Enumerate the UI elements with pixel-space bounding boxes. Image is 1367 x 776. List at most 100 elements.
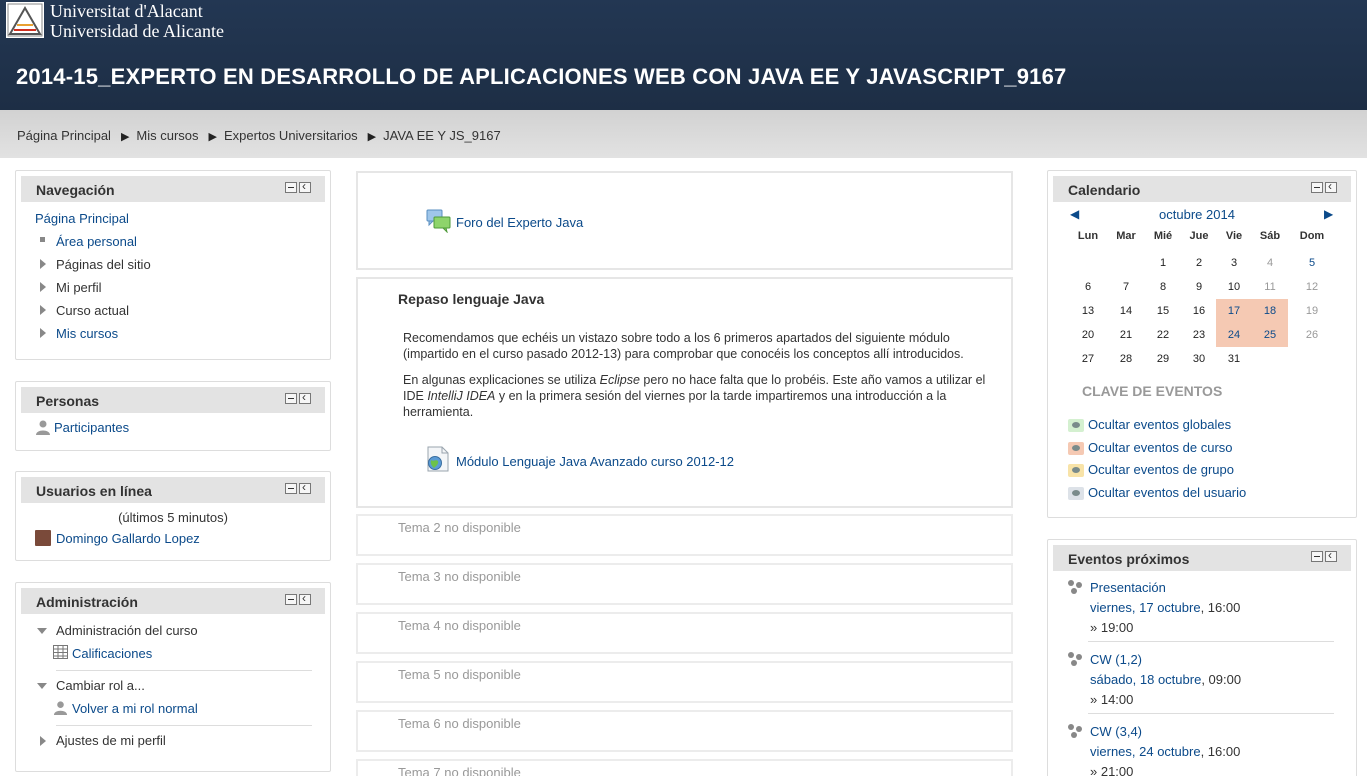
intellij-text: IntelliJ IDEA (427, 389, 496, 403)
event-name-link[interactable]: CW (3,4) (1090, 722, 1332, 742)
breadcrumb-course[interactable]: JAVA EE Y JS_9167 (383, 128, 501, 143)
course-section-7: Tema 7 no disponible (356, 759, 1013, 776)
divider (56, 670, 312, 671)
bullet-icon (40, 237, 45, 242)
nav-personal-area-link[interactable]: Área personal (56, 234, 137, 249)
calendar-day: 4 (1266, 257, 1274, 269)
section-unavailable-text: Tema 6 no disponible (398, 716, 521, 731)
nav-current-course[interactable]: Curso actual (56, 303, 129, 318)
dock-icon[interactable] (299, 179, 311, 193)
collapse-icon[interactable] (1311, 551, 1323, 562)
upcoming-event: CW (3,4) viernes, 24 octubre, 16:00 » 21… (1068, 722, 1332, 776)
collapse-icon[interactable] (285, 393, 297, 404)
back-to-normal-role-link[interactable]: Volver a mi rol normal (72, 701, 198, 716)
eye-icon (1068, 487, 1084, 501)
dock-icon[interactable] (299, 390, 311, 404)
user-icon (53, 701, 68, 715)
dock-icon[interactable] (1325, 548, 1337, 562)
online-users-subtitle: (últimos 5 minutos) (118, 510, 228, 525)
calendar-day: 30 (1192, 353, 1206, 365)
calendar-day: 12 (1305, 281, 1319, 293)
administration-block: Administración Administración del curso … (15, 582, 331, 772)
people-block-title: Personas (36, 393, 100, 409)
event-start-time: , 16:00 (1200, 744, 1241, 759)
dock-icon[interactable] (1325, 179, 1337, 193)
nav-my-courses-link[interactable]: Mis cursos (56, 326, 118, 341)
calendar-day[interactable]: 17 (1216, 299, 1252, 323)
event-name-link[interactable]: Presentación (1090, 578, 1332, 598)
expand-arrow-icon[interactable] (40, 282, 46, 292)
nav-my-profile[interactable]: Mi perfil (56, 280, 102, 295)
collapse-arrow-icon[interactable] (37, 628, 47, 634)
expand-arrow-icon[interactable] (40, 736, 46, 746)
calendar-day: 16 (1192, 305, 1206, 317)
calendar-day: 19 (1305, 305, 1319, 317)
participants-link[interactable]: Participantes (54, 420, 129, 435)
user-avatar[interactable] (35, 530, 51, 546)
expand-arrow-icon[interactable] (40, 259, 46, 269)
calendar-day[interactable]: 25 (1252, 323, 1288, 347)
nav-site-pages[interactable]: Páginas del sitio (56, 257, 151, 272)
university-logo[interactable] (6, 2, 44, 38)
hide-global-events-link[interactable]: Ocultar eventos globales (1088, 417, 1231, 432)
eclipse-text: Eclipse (599, 373, 640, 387)
grades-link[interactable]: Calificaciones (72, 646, 152, 661)
course-section-4: Tema 4 no disponible (356, 612, 1013, 654)
collapse-icon[interactable] (285, 594, 297, 605)
divider (1088, 641, 1334, 642)
nav-home-link[interactable]: Página Principal (35, 211, 129, 226)
hide-course-events-link[interactable]: Ocultar eventos de curso (1088, 440, 1233, 455)
section-paragraph-1: Recomendamos que echéis un vistazo sobre… (403, 331, 964, 361)
eye-icon (1068, 419, 1084, 433)
hide-group-events-link[interactable]: Ocultar eventos de grupo (1088, 462, 1234, 477)
calendar-day: 9 (1195, 281, 1203, 293)
event-date-link[interactable]: viernes, 24 octubre (1090, 744, 1201, 759)
people-block: Personas Participantes (15, 381, 331, 451)
event-date-link[interactable]: viernes, 17 octubre (1090, 600, 1201, 615)
course-section-2: Tema 2 no disponible (356, 514, 1013, 556)
forum-link[interactable]: Foro del Experto Java (456, 215, 583, 230)
collapse-icon[interactable] (285, 182, 297, 193)
expand-arrow-icon[interactable] (40, 305, 46, 315)
event-key-title: CLAVE DE EVENTOS (1082, 383, 1223, 399)
expand-arrow-icon[interactable] (40, 328, 46, 338)
dock-icon[interactable] (299, 591, 311, 605)
course-title: 2014-15_EXPERTO EN DESARROLLO DE APLICAC… (16, 64, 1067, 89)
online-user-link[interactable]: Domingo Gallardo Lopez (56, 531, 200, 546)
event-date-link[interactable]: sábado, 18 octubre (1090, 672, 1201, 687)
collapse-arrow-icon[interactable] (37, 683, 47, 689)
calendar-day[interactable]: 5 (1294, 251, 1330, 275)
weekday-label: Mar (1116, 230, 1136, 242)
breadcrumb: Página Principal ▶ Mis cursos ▶ Expertos Uni… (0, 110, 1367, 158)
profile-settings-item[interactable]: Ajustes de mi perfil (56, 733, 166, 748)
calendar-day[interactable]: 18 (1252, 299, 1288, 323)
hide-user-events-link[interactable]: Ocultar eventos del usuario (1088, 485, 1246, 500)
calendar-day: 1 (1159, 257, 1167, 269)
calendar-day[interactable]: 24 (1216, 323, 1252, 347)
eye-icon (1068, 442, 1084, 456)
section-unavailable-text: Tema 5 no disponible (398, 667, 521, 682)
event-name-link[interactable]: CW (1,2) (1090, 650, 1332, 670)
module-resource-link[interactable]: Módulo Lenguaje Java Avanzado curso 2012… (456, 454, 734, 469)
weekday-label: Jue (1189, 230, 1209, 242)
course-section-6: Tema 6 no disponible (356, 710, 1013, 752)
site-header: Universitat d'Alacant Universidad de Ali… (0, 0, 1367, 110)
administration-block-title: Administración (36, 594, 138, 610)
breadcrumb-category[interactable]: Expertos Universitarios (224, 128, 358, 143)
collapse-icon[interactable] (285, 483, 297, 494)
breadcrumb-my-courses[interactable]: Mis cursos (136, 128, 198, 143)
switch-role-item[interactable]: Cambiar rol a... (56, 678, 145, 693)
weekday-label: Vie (1225, 230, 1243, 242)
university-name-line2: Universidad de Alicante (50, 21, 224, 41)
calendar-month[interactable]: octubre 2014 (1068, 207, 1326, 222)
course-admin-item[interactable]: Administración del curso (56, 623, 198, 638)
calendar-day: 27 (1081, 353, 1095, 365)
breadcrumb-home[interactable]: Página Principal (17, 128, 111, 143)
breadcrumb-separator-icon: ▶ (208, 131, 218, 143)
dock-icon[interactable] (299, 480, 311, 494)
collapse-icon[interactable] (1311, 182, 1323, 193)
next-month-icon[interactable]: ▶ (1324, 207, 1333, 221)
calendar-day: 20 (1081, 329, 1095, 341)
calendar-day: 15 (1156, 305, 1170, 317)
calendar-day: 14 (1119, 305, 1133, 317)
